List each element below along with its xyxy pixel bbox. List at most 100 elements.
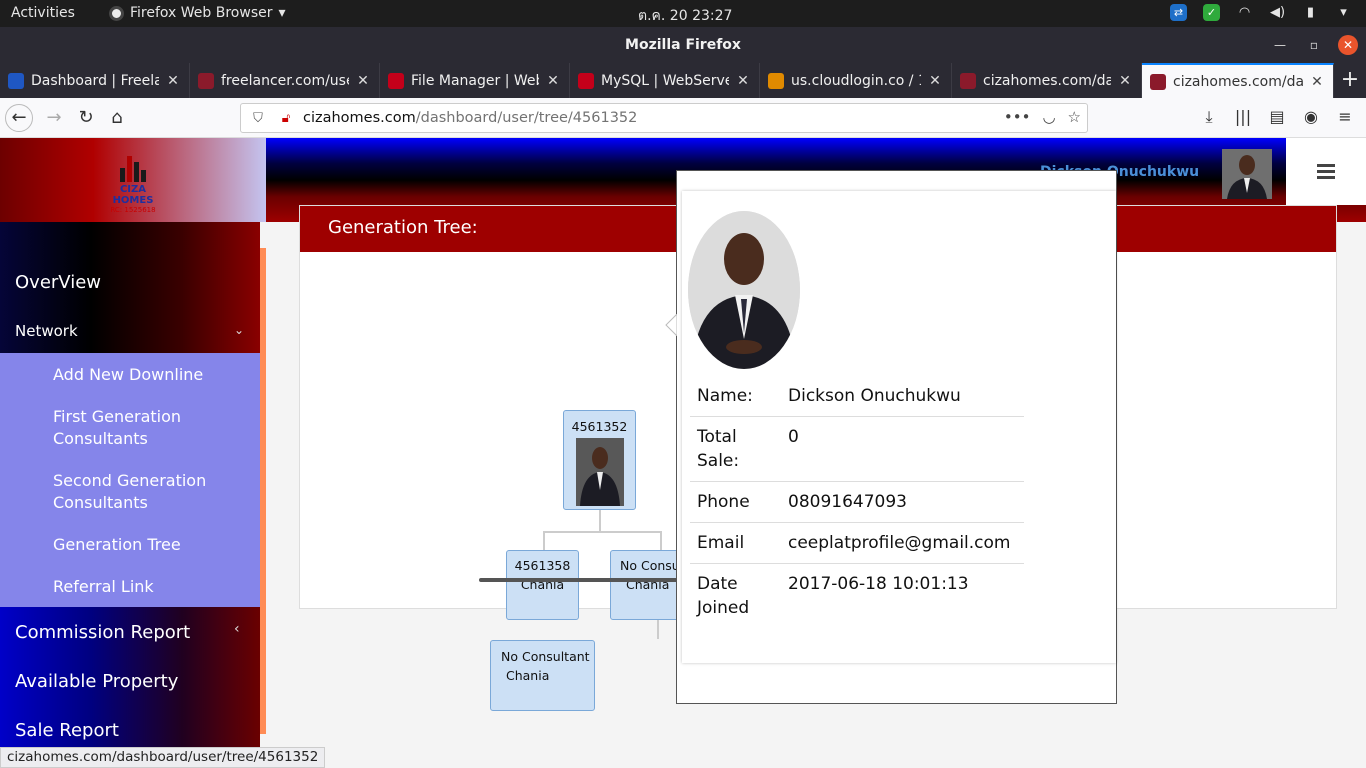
wifi-icon[interactable]: ◠ [1236, 4, 1253, 21]
page-actions-icon[interactable]: ••• [1004, 108, 1031, 126]
close-tab-icon[interactable]: ✕ [927, 73, 943, 89]
node-photo [575, 438, 624, 506]
chevron-down-icon[interactable]: ⌄ [234, 323, 244, 337]
cizahomes-favicon-icon [960, 72, 976, 89]
app-menu-label: Firefox Web Browser [130, 5, 273, 21]
url-bar[interactable]: ⛉ 🔓︎ cizahomes.com/dashboard/user/tree/4… [240, 103, 1088, 133]
tab-label: cizahomes.com/das [983, 72, 1111, 89]
browser-tab[interactable]: MySQL | WebServer ✕ [570, 63, 760, 98]
submenu-first-generation[interactable]: First Generation Consultants [53, 406, 243, 450]
member-popover: Name: Dickson Onuchukwu Total Sale: 0 Ph… [665, 170, 1117, 704]
sidebar-item-sale-report[interactable]: Sale Report [15, 720, 119, 741]
sidebar-lower: Commission Report ‹ Available Property S… [0, 607, 260, 768]
tree-connector [657, 619, 659, 639]
browser-tab[interactable]: File Manager | Web ✕ [380, 63, 570, 98]
detail-value: Dickson Onuchukwu [788, 386, 961, 406]
network-submenu: Add New Downline First Generation Consul… [0, 353, 260, 607]
menu-icon[interactable]: ≡ [1334, 104, 1356, 130]
library-icon[interactable]: ||| [1232, 104, 1254, 130]
sidebar-item-network[interactable]: Network [15, 322, 78, 340]
sidebar-item-overview[interactable]: OverView [15, 272, 101, 293]
tab-strip: Dashboard | Freelar ✕ freelancer.com/use… [0, 63, 1366, 98]
home-button[interactable]: ⌂ [103, 104, 131, 132]
detail-row-email: Email ceeplatprofile@gmail.com [690, 523, 1024, 564]
submenu-generation-tree[interactable]: Generation Tree [53, 534, 243, 556]
submenu-referral-link[interactable]: Referral Link [53, 576, 243, 598]
tab-label: us.cloudlogin.co / 1 [791, 72, 921, 89]
submenu-add-new-downline[interactable]: Add New Downline [53, 364, 243, 386]
window-titlebar: Mozilla Firefox — ▫ ✕ [0, 27, 1366, 63]
detail-value: 0 [788, 427, 799, 447]
hamburger-menu-button[interactable] [1286, 138, 1366, 205]
sidebar-scrollbar[interactable] [260, 248, 266, 734]
battery-icon[interactable]: ▮ [1302, 4, 1319, 21]
link-status-bar: cizahomes.com/dashboard/user/tree/456135… [0, 747, 326, 768]
detail-label: Email [697, 533, 745, 553]
close-tab-icon[interactable]: ✕ [1117, 73, 1133, 89]
reload-button[interactable]: ↻ [72, 104, 100, 132]
close-tab-icon[interactable]: ✕ [355, 73, 371, 89]
volume-icon[interactable]: ◀) [1269, 4, 1286, 21]
account-icon[interactable]: ◉ [1300, 104, 1322, 130]
header-avatar[interactable] [1222, 149, 1272, 199]
tree-connector [660, 531, 662, 551]
back-button[interactable]: ← [5, 104, 33, 132]
forward-button[interactable]: → [40, 104, 68, 132]
tree-connector [543, 531, 545, 551]
tree-node-root[interactable]: 4561352 [563, 410, 636, 510]
tree-node[interactable]: 4561358 Chania [506, 550, 579, 620]
logo-area[interactable]: CIZA HOMES RC: 1525618 [0, 138, 266, 222]
sidebar-item-commission-report[interactable]: Commission Report [15, 622, 190, 643]
update-ok-icon[interactable]: ✓ [1203, 4, 1220, 21]
minimize-button[interactable]: — [1271, 36, 1289, 54]
close-tab-icon[interactable]: ✕ [545, 73, 561, 89]
pocket-icon[interactable]: ◡ [1042, 108, 1055, 126]
close-window-button[interactable]: ✕ [1338, 35, 1358, 55]
system-tray[interactable]: ⇄ ✓ ◠ ◀) ▮ ▾ [1170, 4, 1352, 21]
node-id: 4561352 [571, 419, 628, 434]
browser-tab-active[interactable]: cizahomes.com/das ✕ [1142, 63, 1334, 98]
app-menu[interactable]: Firefox Web Browser ▾ [109, 5, 286, 21]
browser-tab[interactable]: cizahomes.com/das ✕ [952, 63, 1142, 98]
sidebar-toggle-icon[interactable]: ▤ [1266, 104, 1288, 130]
submenu-second-generation[interactable]: Second Generation Consultants [53, 470, 243, 514]
browser-tab[interactable]: freelancer.com/use ✕ [190, 63, 380, 98]
page-content: Dickson Onuchukwu CIZA HOMES RC: 1525618… [0, 138, 1366, 768]
downloads-icon[interactable]: ⤓ [1198, 104, 1220, 130]
tree-node[interactable]: No Consultant Chania [490, 640, 595, 711]
tab-label: Dashboard | Freelar [31, 72, 159, 89]
browser-tab[interactable]: Dashboard | Freelar ✕ [0, 63, 190, 98]
phpmyadmin-favicon-icon [768, 72, 784, 89]
detail-value: 2017-06-18 10:01:13 [788, 574, 969, 594]
activities-button[interactable]: Activities [11, 5, 75, 21]
new-tab-button[interactable]: + [1334, 63, 1366, 98]
teamviewer-icon[interactable]: ⇄ [1170, 4, 1187, 21]
bookmark-star-icon[interactable]: ☆ [1068, 108, 1081, 126]
shield-icon[interactable]: ⛉ [247, 111, 269, 126]
close-tab-icon[interactable]: ✕ [165, 73, 181, 89]
tab-label: MySQL | WebServer [601, 72, 729, 89]
detail-label: Date Joined [697, 574, 750, 618]
panel-title: Generation Tree: [328, 217, 478, 238]
detail-label: Total Sale: [697, 427, 740, 471]
sidebar-item-available-property[interactable]: Available Property [15, 671, 178, 692]
chevron-down-icon[interactable]: ▾ [1335, 4, 1352, 21]
chevron-left-icon[interactable]: ‹ [234, 621, 240, 637]
close-tab-icon[interactable]: ✕ [1309, 74, 1325, 90]
navigation-toolbar: ← → ↻ ⌂ ⛉ 🔓︎ cizahomes.com/dashboard/use… [0, 98, 1366, 138]
avatar-photo [1222, 149, 1272, 199]
window-title: Mozilla Firefox [625, 37, 741, 53]
ciza-homes-logo: CIZA HOMES RC: 1525618 [100, 156, 166, 214]
tree-node[interactable]: No Consu Chania [610, 550, 683, 620]
insecure-lock-icon[interactable]: 🔓︎ [275, 111, 297, 126]
freelancer-favicon-icon [8, 72, 24, 89]
close-tab-icon[interactable]: ✕ [735, 73, 751, 89]
member-photo [688, 211, 800, 369]
tree-horizontal-scrollbar[interactable] [479, 578, 679, 582]
clock[interactable]: ต.ค. 20 23:27 [638, 5, 732, 27]
tab-label: cizahomes.com/das [1173, 73, 1303, 90]
maximize-button[interactable]: ▫ [1305, 36, 1323, 54]
browser-tab[interactable]: us.cloudlogin.co / 1 ✕ [760, 63, 952, 98]
url-host: cizahomes.com [303, 110, 416, 126]
firefox-icon [109, 5, 124, 21]
